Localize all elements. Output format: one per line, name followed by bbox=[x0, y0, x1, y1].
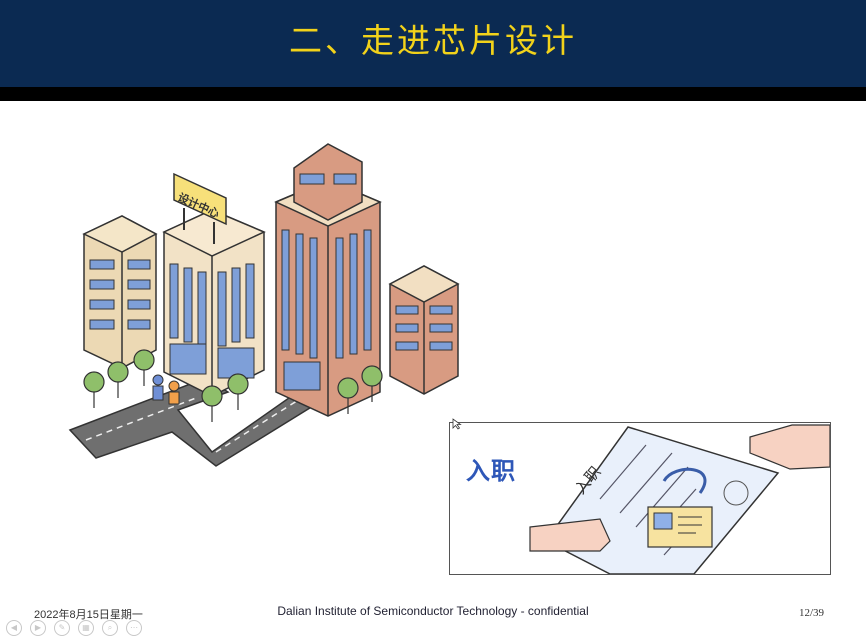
arrow-right-icon[interactable]: ▶ bbox=[30, 620, 46, 636]
slides-icon[interactable]: ▦ bbox=[78, 620, 94, 636]
design-center-illustration: 设计中心 bbox=[68, 143, 460, 467]
pen-icon[interactable]: ✎ bbox=[54, 620, 70, 636]
onboarding-label: 入职 bbox=[466, 457, 516, 485]
slide-page-number: 12/39 bbox=[798, 607, 824, 619]
header-divider bbox=[0, 87, 866, 101]
more-icon[interactable]: ⋯ bbox=[126, 620, 142, 636]
slideshow-toolbar: ◀ ▶ ✎ ▦ ⌕ ⋯ bbox=[6, 620, 142, 636]
mouse-pointer-icon bbox=[452, 418, 462, 430]
onboarding-illustration-panel: 入职 入职 bbox=[449, 422, 831, 575]
slide-footer-org: Dalian Institute of Semiconductor Techno… bbox=[277, 604, 589, 618]
onboarding-illustration: 入职 bbox=[529, 424, 830, 574]
zoom-icon[interactable]: ⌕ bbox=[102, 620, 118, 636]
slide-title: 二、走进芯片设计 bbox=[289, 21, 577, 60]
slide-header: 二、走进芯片设计 bbox=[0, 0, 866, 87]
arrow-left-icon[interactable]: ◀ bbox=[6, 620, 22, 636]
